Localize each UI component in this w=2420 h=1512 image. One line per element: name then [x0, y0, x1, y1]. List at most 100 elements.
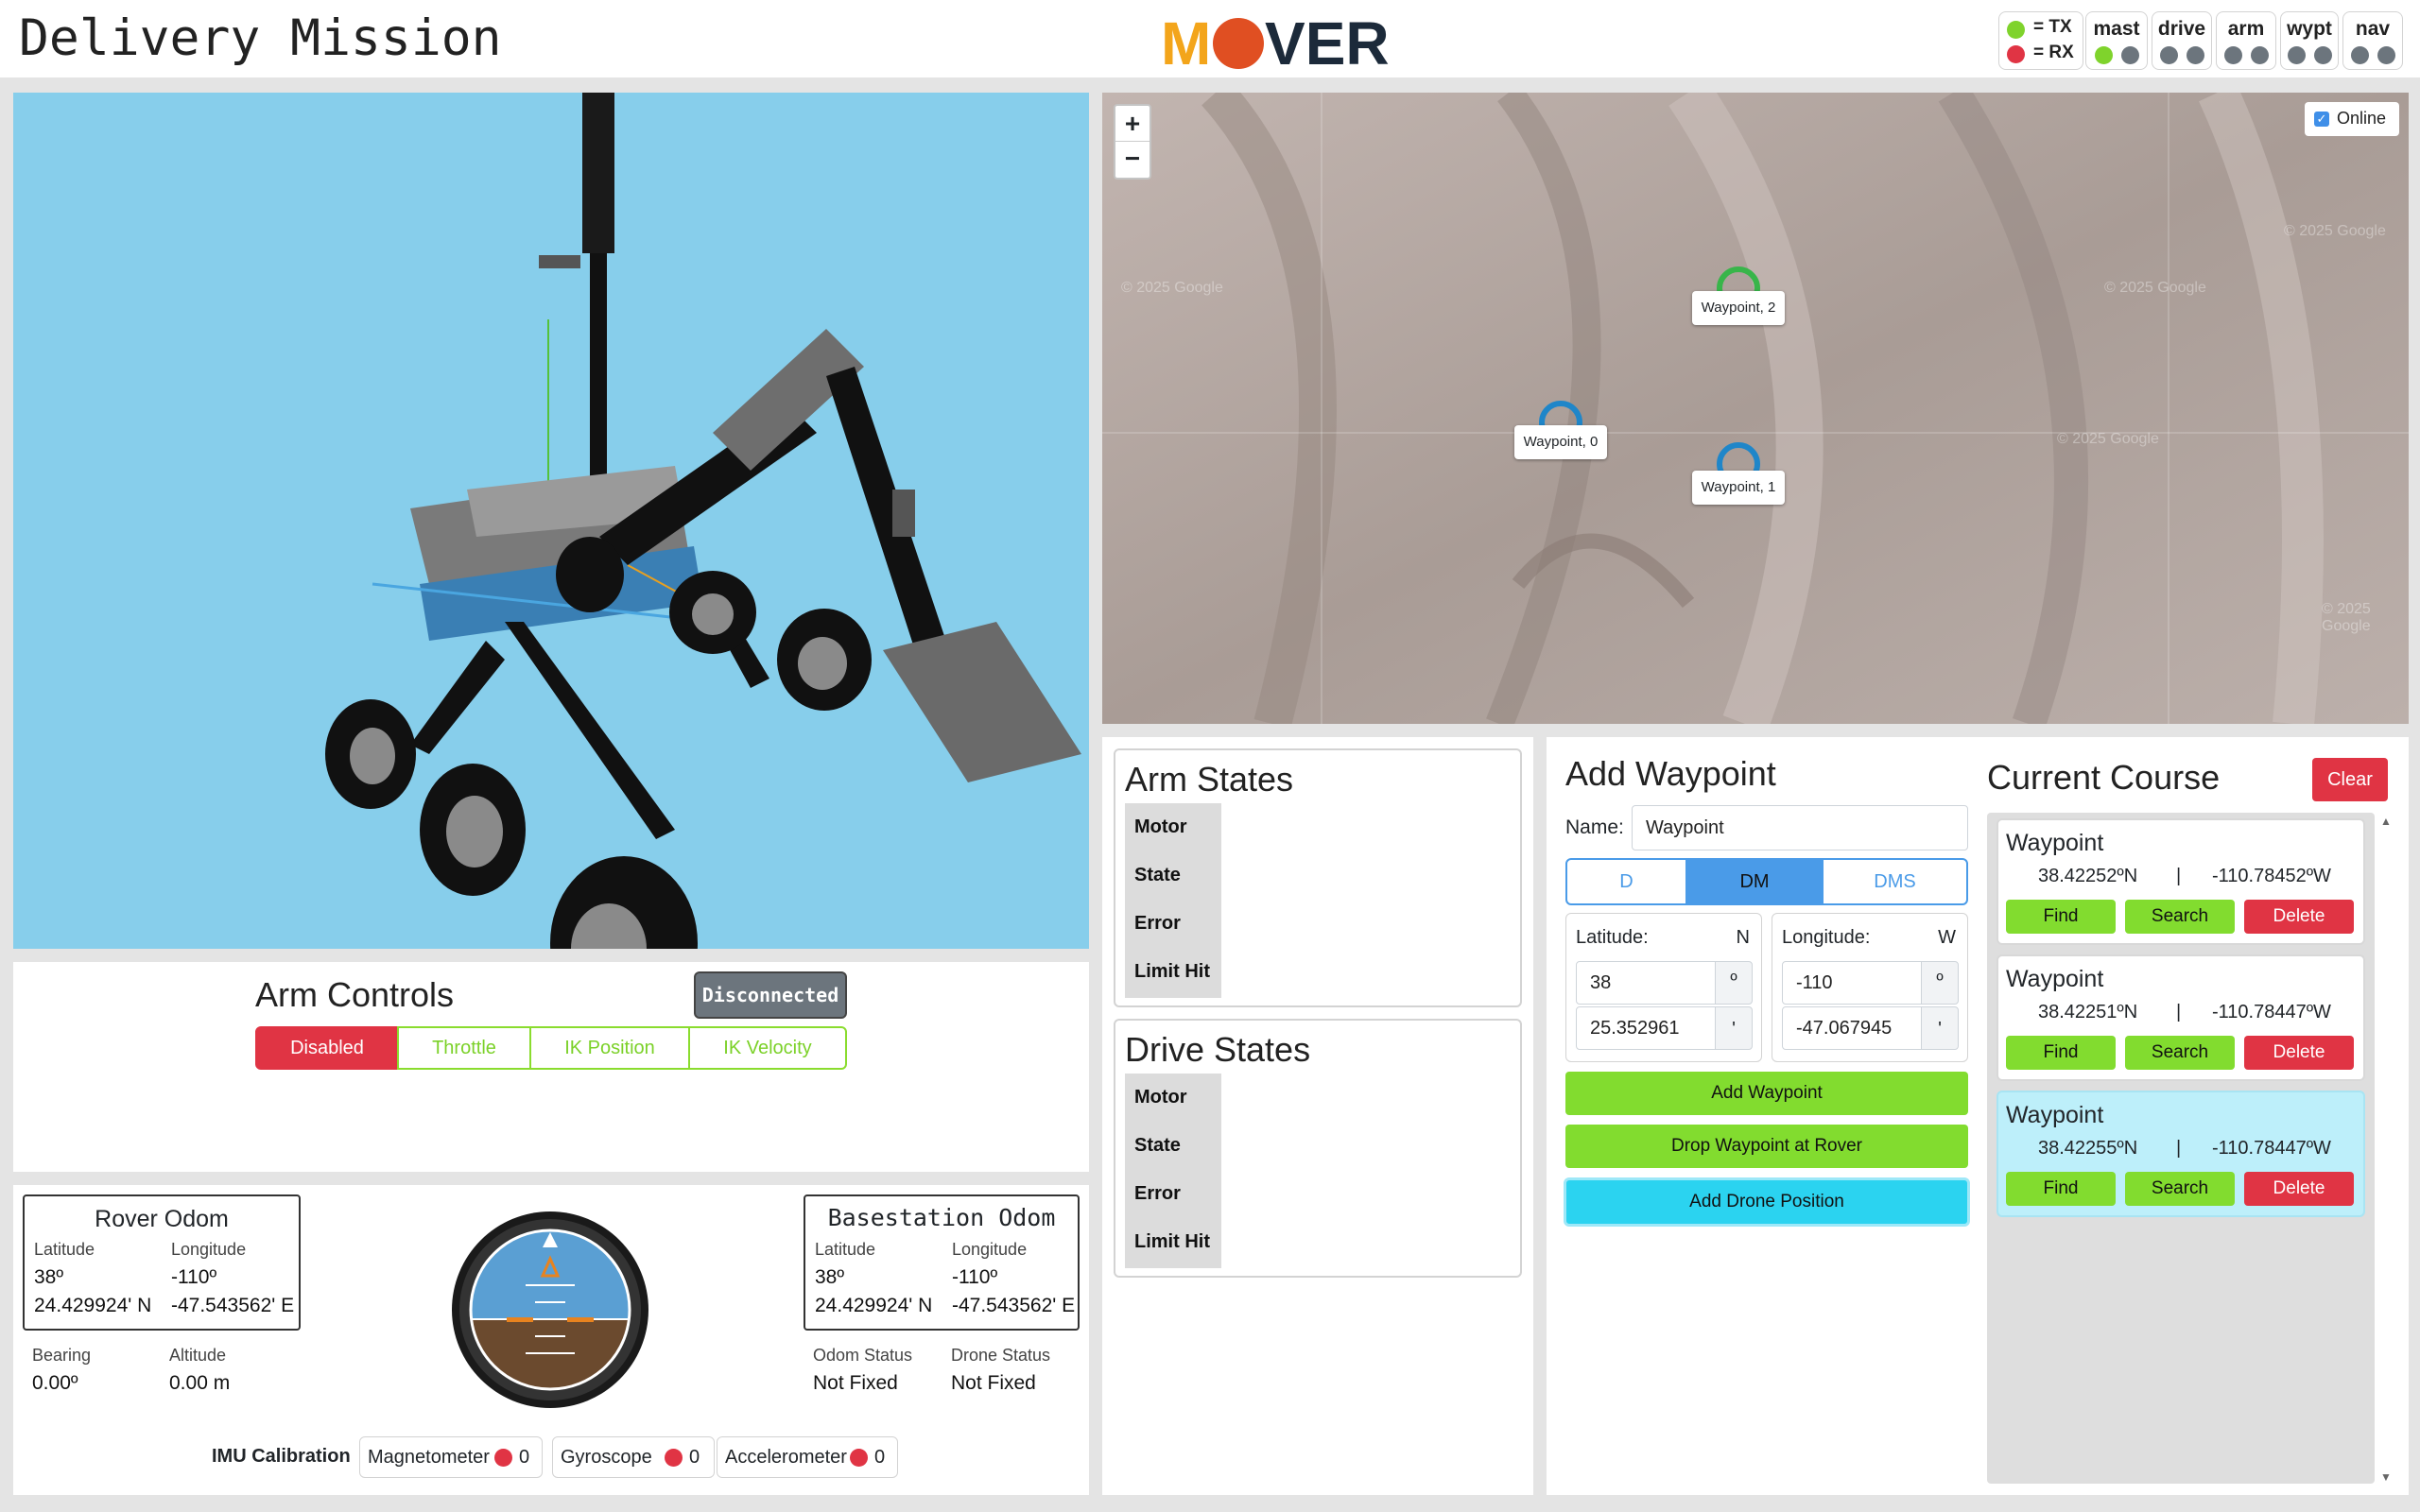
zoom-out-button[interactable]: − [1115, 142, 1150, 178]
imu-item-value: 0 [689, 1447, 700, 1468]
arm-states-table: Motor State Error Limit Hit [1125, 803, 1221, 998]
rx-legend-label: = RX [2033, 43, 2074, 62]
online-checkbox-icon[interactable]: ✓ [2314, 112, 2329, 127]
add-drone-position-button[interactable]: Add Drone Position [1564, 1177, 1970, 1227]
mode-disabled-button[interactable]: Disabled [255, 1026, 399, 1070]
rx-status-dot [2121, 46, 2139, 64]
arm-controls-panel: Arm Controls Disconnected Disabled Throt… [13, 962, 1089, 1172]
minute-symbol: ' [1921, 1006, 1959, 1050]
status-pill-arm: arm [2216, 11, 2276, 70]
scroll-down-icon[interactable]: ▼ [2380, 1470, 2392, 1484]
waypoint-delete-button[interactable]: Delete [2244, 1172, 2354, 1206]
rover-lon-deg: -110º [171, 1266, 217, 1288]
status-pill-label: drive [2157, 18, 2206, 40]
waypoint-delete-button[interactable]: Delete [2244, 900, 2354, 934]
degree-symbol: º [1715, 961, 1753, 1005]
zoom-in-button[interactable]: + [1115, 106, 1150, 142]
coord-format-toggle: D DM DMS [1565, 858, 1968, 905]
waypoint-card-name: Waypoint [2006, 1102, 2104, 1128]
clear-course-button[interactable]: Clear [2312, 758, 2388, 801]
format-dm-button[interactable]: DM [1686, 860, 1823, 903]
status-pill-label: arm [2227, 18, 2265, 40]
mode-throttle-button[interactable]: Throttle [397, 1026, 531, 1070]
latitude-hemisphere: N [1736, 927, 1750, 948]
rx-status-dot [2377, 46, 2395, 64]
waypoint-marker-label[interactable]: Waypoint, 2 [1692, 291, 1785, 325]
map-panel[interactable]: + − ✓ Online © 2025 Google © 2025 Google… [1102, 93, 2409, 724]
waypoint-find-button[interactable]: Find [2006, 900, 2116, 934]
tx-status-dot [2351, 46, 2369, 64]
format-dms-button[interactable]: DMS [1823, 860, 1966, 903]
scroll-up-icon[interactable]: ▲ [2380, 815, 2392, 828]
rx-status-dot [2251, 46, 2269, 64]
map-watermark: © 2025 Google [2322, 601, 2371, 634]
mode-ik-position-button[interactable]: IK Position [529, 1026, 690, 1070]
latitude-degrees-input[interactable]: 38 [1576, 961, 1716, 1005]
imu-status-dot [494, 1449, 512, 1467]
state-row-label: Limit Hit [1134, 1231, 1210, 1252]
waypoint-find-button[interactable]: Find [2006, 1172, 2116, 1206]
waypoint-name-input[interactable]: Waypoint [1632, 805, 1968, 850]
waypoint-search-button[interactable]: Search [2125, 1172, 2235, 1206]
mrover-logo: M R VER [1161, 9, 1390, 74]
svg-text:M: M [1161, 9, 1211, 74]
arm-controls-title: Arm Controls [255, 975, 455, 1014]
arm-states-box: Arm States Motor State Error Limit Hit [1114, 748, 1522, 1007]
waypoint-delete-button[interactable]: Delete [2244, 1036, 2354, 1070]
online-toggle[interactable]: ✓ Online [2305, 102, 2399, 136]
waypoint-card[interactable]: Waypoint 38.42255ºN | -110.78447ºW Find Searc… [1996, 1091, 2365, 1217]
name-label: Name: [1565, 816, 1624, 838]
waypoint-search-button[interactable]: Search [2125, 900, 2235, 934]
longitude-minutes-input[interactable]: -47.067945 [1782, 1006, 1922, 1050]
latitude-minutes-input[interactable]: 25.352961 [1576, 1006, 1716, 1050]
rover-lat-min: 24.429924' N [34, 1295, 152, 1316]
status-pill-nav: nav [2342, 11, 2403, 70]
minute-symbol: ' [1715, 1006, 1753, 1050]
current-course-title: Current Course [1987, 758, 2221, 797]
basestation-odom-box: Basestation Odom Latitude Longitude 38º … [804, 1194, 1080, 1331]
imu-status-dot [665, 1449, 683, 1467]
svg-text:VER: VER [1265, 9, 1390, 74]
drop-waypoint-at-rover-button[interactable]: Drop Waypoint at Rover [1565, 1125, 1968, 1168]
state-row-label: Limit Hit [1134, 961, 1210, 982]
status-pill-wypt: wypt [2280, 11, 2339, 70]
odom-status-label: Odom Status [813, 1346, 913, 1365]
longitude-degrees-input[interactable]: -110 [1782, 961, 1922, 1005]
zoom-control: + − [1114, 104, 1151, 180]
status-pill-label: nav [2355, 18, 2391, 40]
connection-status-badge: Disconnected [694, 971, 847, 1019]
waypoint-marker-label[interactable]: Waypoint, 0 [1514, 425, 1607, 459]
waypoint-search-button[interactable]: Search [2125, 1036, 2235, 1070]
map-watermark: © 2025 Google [2284, 223, 2386, 239]
format-d-button[interactable]: D [1567, 860, 1686, 903]
map-watermark: © 2025 Google [2104, 280, 2206, 296]
waypoint-card-lon: -110.78447ºW [2212, 1002, 2331, 1022]
waypoint-card-name: Waypoint [2006, 830, 2104, 856]
waypoint-card[interactable]: Waypoint 38.42252ºN | -110.78452ºW Find Searc… [1996, 818, 2365, 945]
states-column: Arm States Motor State Error Limit Hit D… [1102, 737, 1533, 1495]
rx-legend-dot [2007, 45, 2025, 63]
tx-status-dot [2160, 46, 2178, 64]
altitude-label: Altitude [169, 1346, 227, 1365]
tx-status-dot [2288, 46, 2306, 64]
status-pill-label: mast [2093, 18, 2140, 40]
waypoint-card[interactable]: Waypoint 38.42251ºN | -110.78447ºW Find Searc… [1996, 954, 2365, 1081]
latitude-label: Latitude: [1576, 927, 1649, 948]
mode-ik-velocity-button[interactable]: IK Velocity [688, 1026, 847, 1070]
basestation-lon-label: Longitude [952, 1240, 1028, 1259]
waypoint-find-button[interactable]: Find [2006, 1036, 2116, 1070]
imu-calibration-label: IMU Calibration [212, 1446, 351, 1467]
add-waypoint-title: Add Waypoint [1565, 754, 1776, 793]
odometry-panel: Rover Odom Latitude Longitude 38º -110º … [13, 1185, 1089, 1495]
bearing-value: 0.00º [32, 1372, 78, 1394]
attitude-indicator [452, 1211, 648, 1408]
rover-lon-min: -47.543562' E [171, 1295, 295, 1316]
satellite-imagery [1102, 93, 2409, 724]
imu-gyroscope: Gyroscope 0 [552, 1436, 715, 1478]
rover-3d-viewport[interactable] [13, 93, 1089, 1030]
waypoint-marker-label[interactable]: Waypoint, 1 [1692, 471, 1785, 505]
map-watermark: © 2025 Google [2057, 431, 2159, 447]
course-scrollbar[interactable]: ▲ ▼ [2378, 813, 2395, 1484]
add-waypoint-button[interactable]: Add Waypoint [1565, 1072, 1968, 1115]
tx-rx-legend: = TX = RX [1998, 11, 2083, 70]
